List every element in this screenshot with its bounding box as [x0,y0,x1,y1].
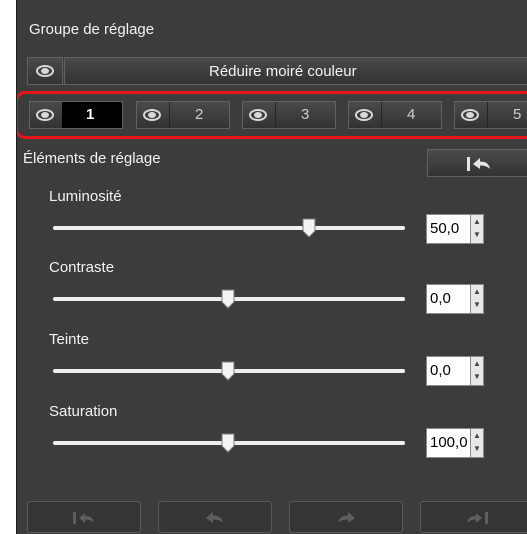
value-field-teinte[interactable]: 0,0 ▲ ▼ [426,356,484,386]
tab-2[interactable]: 2 [136,101,230,129]
reset-arrow-icon [467,157,490,171]
tab-1[interactable]: 1 [29,101,123,129]
slider-label-contraste: Contraste [49,259,115,276]
spinner-luminosite[interactable]: ▲ ▼ [470,214,484,244]
slider-thumb-contraste[interactable] [221,289,235,309]
undo-icon [206,512,223,523]
tab-2-label: 2 [195,106,204,123]
group-title: Groupe de réglage [29,21,155,38]
eye-icon [36,109,54,121]
adjustment-panel: Groupe de réglage Réduire moiré couleur … [16,0,527,534]
slider-track-luminosite[interactable] [53,226,405,230]
tab-4-label: 4 [407,106,416,123]
redo-button[interactable] [289,501,403,533]
go-first-button[interactable] [27,501,141,533]
value-field-saturation[interactable]: 100,0 ▲ ▼ [426,428,484,458]
value-saturation: 100,0 [430,434,468,451]
eye-icon [355,109,373,121]
go-last-button[interactable] [420,501,527,533]
undo-button[interactable] [158,501,272,533]
tab-1-active-bg: 1 [62,102,122,128]
value-contraste: 0,0 [430,290,451,307]
redo-icon [338,512,355,523]
tab-5-label: 5 [513,106,522,123]
go-first-icon [73,512,94,524]
spinner-contraste[interactable]: ▲ ▼ [470,284,484,314]
tab-divider [169,102,170,128]
preset-name: Réduire moiré couleur [209,63,357,80]
spinner-teinte[interactable]: ▲ ▼ [470,356,484,386]
eye-icon [143,109,161,121]
tab-4[interactable]: 4 [348,101,442,129]
preset-name-button[interactable]: Réduire moiré couleur [64,57,527,85]
slider-label-teinte: Teinte [49,331,90,348]
spinner-saturation[interactable]: ▲ ▼ [470,428,484,458]
tab-3-label: 3 [301,106,310,123]
elements-title: Éléments de réglage [23,150,161,167]
tab-divider [381,102,382,128]
tab-divider [275,102,276,128]
value-field-luminosite[interactable]: 50,0 ▲ ▼ [426,214,484,244]
value-field-contraste[interactable]: 0,0 ▲ ▼ [426,284,484,314]
slider-thumb-luminosite[interactable] [302,218,316,238]
reset-all-button[interactable] [427,149,527,177]
tab-5[interactable]: 5 [454,101,527,129]
slider-thumb-teinte[interactable] [221,361,235,381]
go-last-icon [467,512,488,524]
eye-icon [461,109,479,121]
preset-eye-button[interactable] [27,57,63,85]
tab-3[interactable]: 3 [242,101,336,129]
value-luminosite: 50,0 [430,220,460,237]
eye-icon [249,109,267,121]
tab-divider [487,102,488,128]
slider-thumb-saturation[interactable] [221,433,235,453]
slider-label-luminosite: Luminosité [49,188,122,205]
value-teinte: 0,0 [430,362,451,379]
tab-1-label: 1 [86,106,95,123]
eye-icon [36,65,54,77]
slider-label-saturation: Saturation [49,403,118,420]
